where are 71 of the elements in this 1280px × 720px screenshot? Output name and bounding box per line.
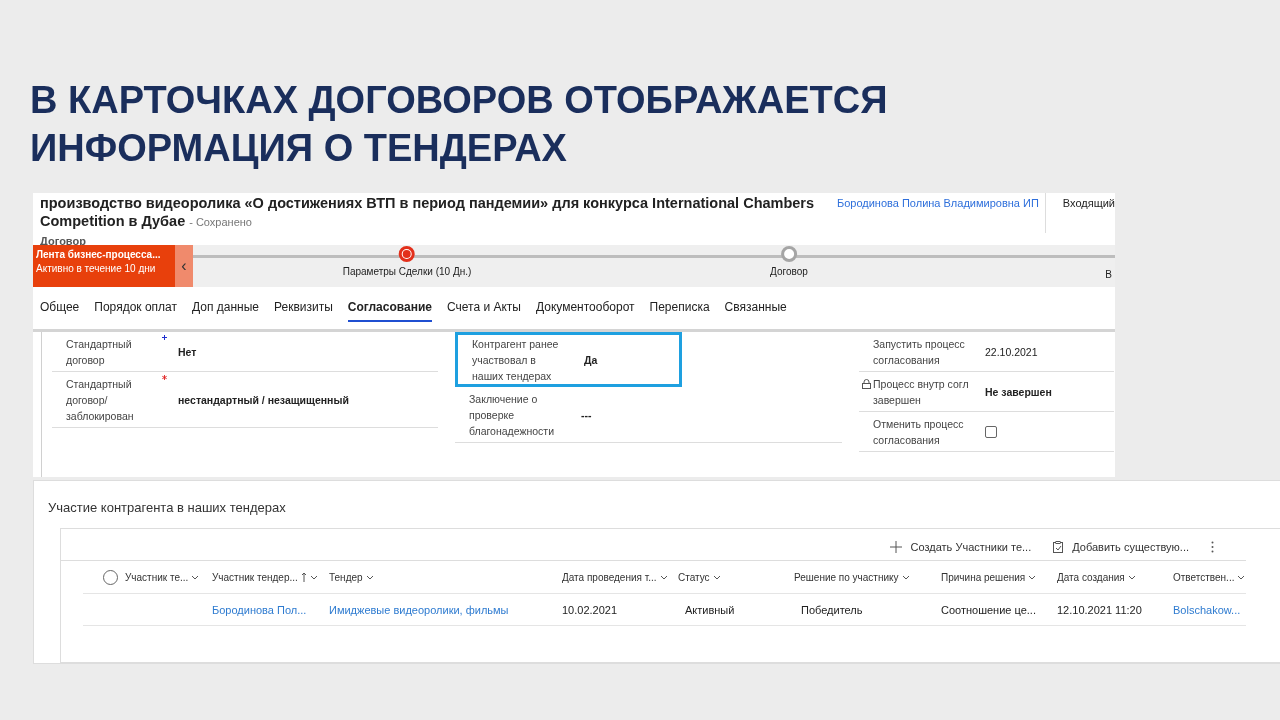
column-header[interactable]: Дата создания: [1057, 571, 1136, 583]
field-label: Стандартный договор/ заблокирован: [66, 376, 135, 424]
stage-marker[interactable]: [399, 246, 415, 262]
stage-label: Договор: [770, 266, 808, 277]
column-header[interactable]: Статус: [678, 571, 721, 583]
section-title: Участие контрагента в наших тендерах: [47, 499, 287, 517]
field-label: Процесс внутр согл завершен: [873, 376, 969, 408]
column-header[interactable]: Участник те...: [125, 571, 200, 583]
direction-value: Входящий: [1044, 193, 1115, 233]
form-tab[interactable]: Порядок оплат: [94, 294, 177, 322]
chevron-down-icon: [901, 574, 910, 580]
more-icon: [1211, 541, 1214, 553]
column-header[interactable]: Решение по участнику: [794, 571, 910, 583]
cell-link[interactable]: Имиджевые видеоролики, фильмы: [329, 603, 509, 616]
field-label: Стандартный договор: [66, 336, 133, 368]
field-label: Отменить процесс согласования: [873, 416, 965, 448]
chevron-down-icon: [712, 574, 721, 580]
chevron-down-icon: [365, 574, 374, 580]
form-tab[interactable]: Общее: [40, 294, 80, 322]
form-tab[interactable]: Согласование: [347, 294, 432, 322]
process-flyout[interactable]: Лента бизнес-процесса... Активно в течение 10 дни: [33, 245, 175, 287]
slide-title: В КАРТОЧКАХ ДОГОВОРОВ ОТОБРАЖАЕТСЯ: [30, 78, 888, 123]
checkbox[interactable]: [985, 425, 997, 438]
more-button[interactable]: [1211, 541, 1214, 553]
table-cell: 12.10.2021 11:20: [1057, 603, 1142, 616]
field-value: 22.10.2021: [985, 345, 1038, 358]
field-value: ---: [581, 408, 592, 421]
column-header[interactable]: Участник тендер...: [212, 571, 318, 583]
command-button[interactable]: Создать Участники те...: [889, 541, 1032, 553]
field-label: Контрагент ранее участвовал в наших тендерах: [472, 336, 560, 384]
process-duration: Активно в течение 10 дни: [36, 263, 157, 274]
stage-label: В: [1105, 269, 1112, 280]
field-value: Нет: [178, 345, 197, 358]
table-cell-text: Активный: [684, 603, 735, 616]
table-cell: 10.02.2021: [562, 603, 618, 616]
chevron-down-icon: [1127, 574, 1136, 580]
column-header[interactable]: Тендер: [329, 571, 374, 583]
record-title: производство видеоролика «О достижениях ВТП в период пандемии» для конкурса International Chambers Competition в Дубае - Сохранено: [40, 194, 816, 231]
form-tab[interactable]: Связанные: [724, 294, 787, 322]
field-value: нестандартный / незащищенный: [178, 393, 349, 406]
command-button[interactable]: Добавить существую...: [1053, 541, 1189, 553]
form-tab[interactable]: Переписка: [649, 294, 710, 322]
chevron-down-icon: [659, 574, 668, 580]
table-cell-text: Победитель: [800, 603, 863, 616]
form-tab[interactable]: Реквизиты: [274, 294, 333, 322]
column-header[interactable]: Ответствен...: [1173, 571, 1246, 583]
clipboard-icon: [1053, 541, 1064, 553]
select-all-radio[interactable]: [103, 569, 118, 585]
slide-title: ИНФОРМАЦИЯ О ТЕНДЕРАХ: [30, 126, 567, 171]
column-header[interactable]: Дата проведения т...: [562, 571, 668, 583]
column-header[interactable]: Причина решения: [941, 571, 1037, 583]
plus-icon: [889, 541, 902, 553]
chevron-down-icon: [309, 574, 318, 580]
owner-link[interactable]: Бородинова Полина Владимировна ИП: [826, 193, 1045, 209]
cell-link[interactable]: Бородинова Пол...: [212, 603, 307, 616]
field-value: Не завершен: [985, 385, 1052, 398]
stage-label: Параметры Сделки (10 Дн.): [342, 266, 472, 277]
stage-marker[interactable]: [781, 246, 797, 262]
collapse-button[interactable]: ‹: [175, 245, 193, 287]
form-tab[interactable]: Документооборот: [535, 294, 635, 322]
chevron-down-icon: [1237, 574, 1246, 580]
field-label: Запустить процесс согласования: [873, 336, 966, 368]
table-cell: Соотношение це...: [941, 603, 1036, 616]
process-name: Лента бизнес-процесса...: [36, 249, 162, 260]
chevron-down-icon: [191, 574, 200, 580]
field-value: Да: [584, 353, 598, 366]
form-tab[interactable]: Счета и Акты: [447, 294, 521, 322]
cell-link[interactable]: Bolschakow...: [1173, 603, 1241, 616]
form-tab[interactable]: Доп данные: [192, 294, 259, 322]
chevron-down-icon: [1028, 574, 1037, 580]
field-label: Заключение о проверке благонадежности: [469, 391, 556, 439]
